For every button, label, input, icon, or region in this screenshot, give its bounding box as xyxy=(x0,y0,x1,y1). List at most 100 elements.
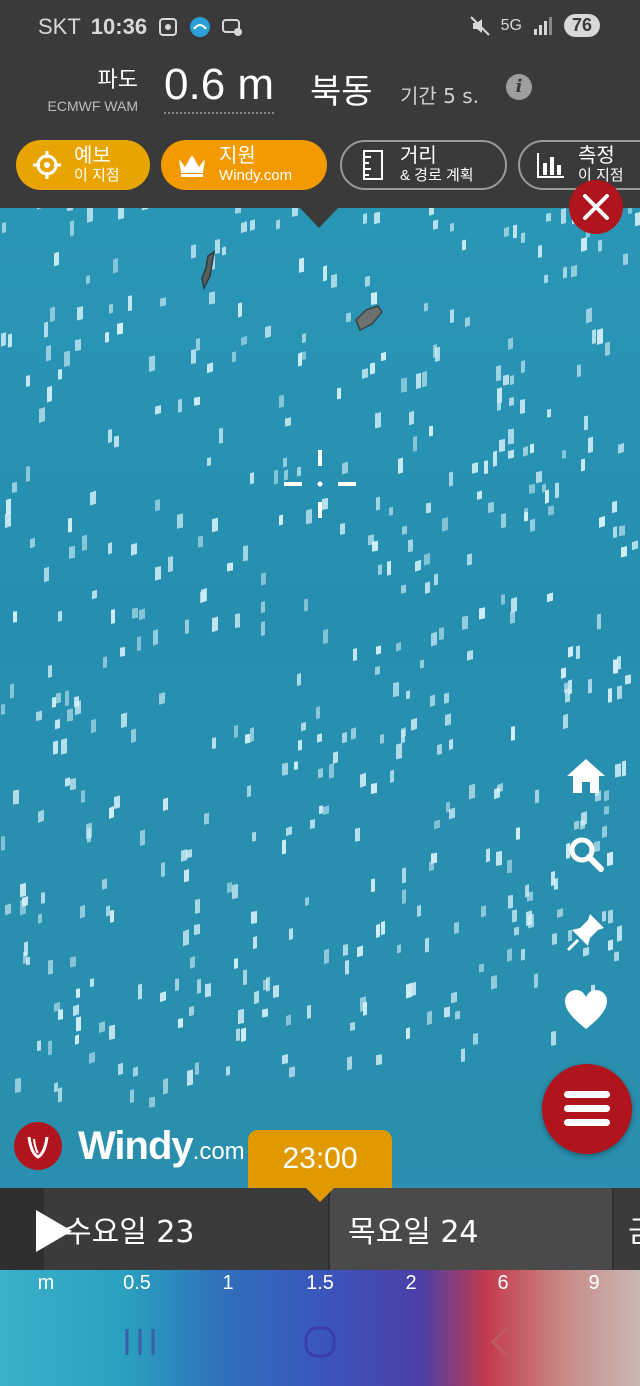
wave-particle xyxy=(178,398,182,413)
wave-particle xyxy=(360,996,366,1012)
wave-particle xyxy=(191,349,196,364)
wave-particle xyxy=(417,904,421,918)
wave-particle xyxy=(561,667,566,679)
close-button[interactable] xyxy=(569,180,623,234)
wave-particle xyxy=(446,801,450,813)
wave-particle xyxy=(510,610,515,624)
pill-title: 거리 xyxy=(400,145,437,167)
wave-particle xyxy=(235,613,240,629)
wave-particle xyxy=(251,910,257,925)
wave-particle xyxy=(442,516,448,532)
wave-particle xyxy=(250,471,254,485)
play-icon[interactable] xyxy=(36,1210,72,1252)
wave-particle xyxy=(488,501,494,514)
day-friday[interactable]: 금 xyxy=(614,1188,640,1270)
wave-particle xyxy=(469,783,475,800)
home-button[interactable] xyxy=(558,748,614,804)
wave-particle xyxy=(509,396,514,407)
wave-particle xyxy=(618,442,624,454)
wave-particle xyxy=(36,710,42,722)
wave-particle xyxy=(365,275,370,288)
support-pill[interactable]: 지원 Windy.com xyxy=(161,140,327,190)
back-button[interactable] xyxy=(460,1312,540,1372)
home-nav-button[interactable] xyxy=(280,1312,360,1372)
wave-particle xyxy=(12,481,17,494)
wave-particle xyxy=(427,1010,432,1026)
recents-button[interactable] xyxy=(100,1312,180,1372)
wave-particle xyxy=(346,312,351,323)
search-button[interactable] xyxy=(558,826,614,882)
wave-particle xyxy=(8,333,12,348)
wave-particle xyxy=(363,213,367,225)
favorites-button[interactable] xyxy=(558,982,614,1038)
distance-pill[interactable]: 거리 & 경로 계획 xyxy=(340,140,507,190)
wave-particle xyxy=(551,1030,556,1046)
wave-particle xyxy=(598,239,602,252)
wave-particle xyxy=(576,645,580,660)
wave-particle xyxy=(160,991,166,1003)
wave-particle xyxy=(588,678,592,694)
wave-particle xyxy=(547,408,551,418)
parameter-block[interactable]: 파도 ECMWF WAM xyxy=(26,62,138,114)
day-thursday[interactable]: 목요일 24 xyxy=(330,1188,612,1270)
signal-icon xyxy=(533,16,552,35)
crown-icon xyxy=(175,148,209,182)
pill-title: 지원 xyxy=(219,145,256,167)
wave-particle xyxy=(376,496,380,511)
wave-map[interactable] xyxy=(0,208,640,1168)
wave-particle xyxy=(207,362,213,374)
app-notification-icon xyxy=(190,17,211,37)
info-icon[interactable]: i xyxy=(506,74,532,100)
wave-particle xyxy=(528,913,534,929)
wave-particle xyxy=(243,969,247,986)
wave-particle xyxy=(563,713,568,730)
wave-particle xyxy=(508,428,514,445)
current-time-bubble[interactable]: 23:00 xyxy=(248,1130,392,1188)
wave-particle xyxy=(568,646,573,658)
wave-particle xyxy=(304,598,308,612)
wave-particle xyxy=(516,827,520,841)
wave-particle xyxy=(546,212,551,222)
wave-particle xyxy=(67,208,73,212)
measure-pill[interactable]: 측정 이 지점 xyxy=(518,140,640,190)
wave-particle xyxy=(301,721,306,732)
status-right: 5G 76 xyxy=(469,14,600,37)
wave-particle xyxy=(168,556,173,573)
wave-particle xyxy=(547,592,553,603)
wave-particle xyxy=(204,812,209,825)
wave-particle xyxy=(450,309,454,324)
wave-particle xyxy=(58,610,62,622)
wave-particle xyxy=(64,350,70,367)
wave-particle xyxy=(323,628,328,645)
wave-particle xyxy=(298,739,302,751)
day-wednesday[interactable]: 수요일 23 xyxy=(44,1188,328,1270)
wave-particle xyxy=(472,462,478,474)
pin-button[interactable] xyxy=(558,904,614,960)
wave-particle xyxy=(282,839,286,855)
wave-particle xyxy=(38,913,42,924)
wave-particle xyxy=(87,208,93,224)
wave-particle xyxy=(317,733,322,743)
wave-particle xyxy=(241,221,247,234)
wave-particle xyxy=(292,208,298,217)
wave-particle xyxy=(70,956,76,968)
wave-particle xyxy=(433,219,438,230)
wave-particle xyxy=(2,222,6,234)
wave-particle xyxy=(337,387,341,400)
wave-particle xyxy=(1,836,5,851)
wave-particle xyxy=(504,226,509,238)
menu-button[interactable] xyxy=(542,1064,632,1154)
wave-particle xyxy=(375,412,381,429)
legend-tick: 6 xyxy=(497,1272,509,1294)
wave-particle xyxy=(48,959,53,975)
wave-particle xyxy=(241,335,247,346)
wave-particle xyxy=(635,211,640,227)
wave-particle xyxy=(351,727,356,740)
wave-particle xyxy=(5,903,11,916)
forecast-pill[interactable]: 예보 이 지점 xyxy=(16,140,150,190)
wave-particle xyxy=(13,610,17,623)
wave-particle xyxy=(424,302,428,312)
wave-particle xyxy=(451,991,457,1004)
wave-particle xyxy=(605,341,610,357)
wave-height-value[interactable]: 0.6 m xyxy=(164,58,275,114)
